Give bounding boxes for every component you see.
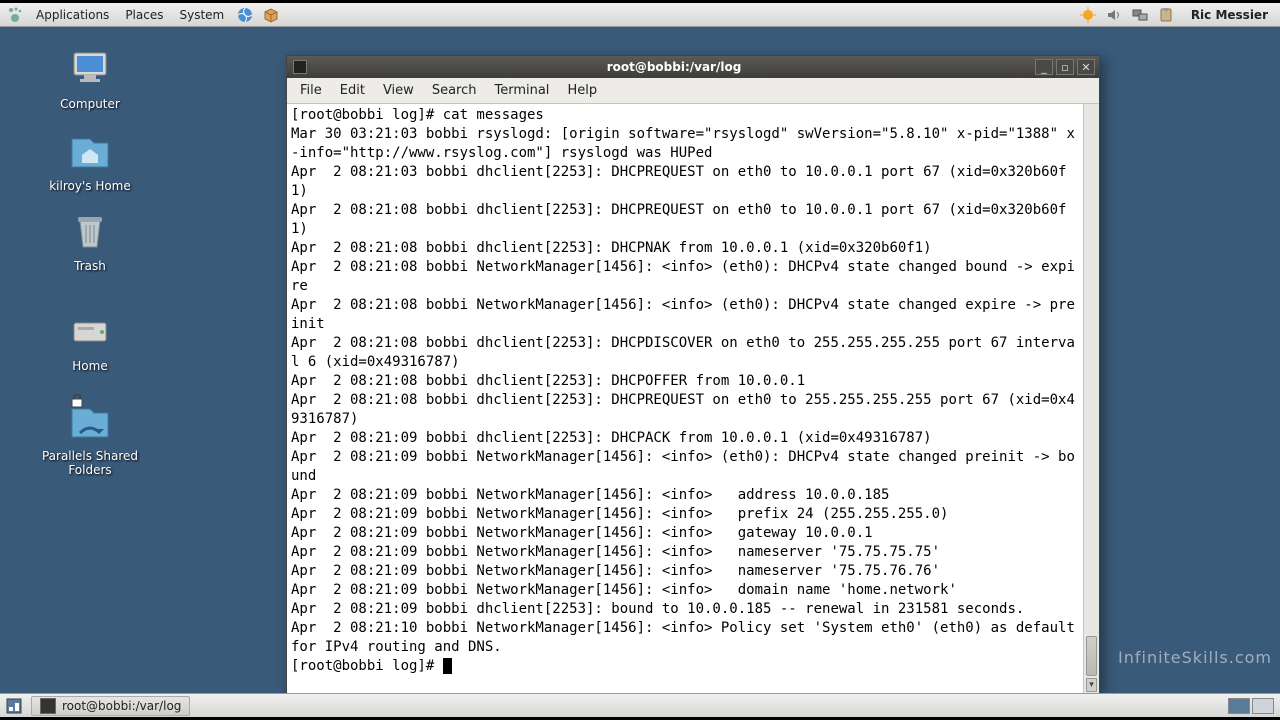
workspace-2[interactable] (1252, 698, 1274, 714)
terminal-menubar: File Edit View Search Terminal Help (287, 78, 1099, 104)
terminal-scrollbar[interactable]: ▾ (1083, 104, 1099, 694)
desktop[interactable]: Computer kilroy's Home Trash Home Parall… (0, 27, 1280, 693)
scrollbar-down-arrow[interactable]: ▾ (1086, 678, 1097, 692)
menu-system[interactable]: System (171, 3, 232, 26)
desktop-icon-label: Computer (60, 97, 120, 111)
desktop-icon-label: Parallels Shared Folders (42, 449, 138, 477)
terminal-output[interactable]: [root@bobbi log]# cat messages Mar 30 03… (287, 104, 1083, 694)
drive-icon (66, 307, 114, 355)
desktop-icon-label: Trash (74, 259, 106, 273)
window-titlebar[interactable]: root@bobbi:/var/log _ ▫ ✕ (287, 56, 1099, 78)
menu-edit[interactable]: Edit (331, 80, 374, 101)
clipboard-icon[interactable] (1156, 5, 1176, 25)
lock-badge-icon (68, 391, 86, 409)
package-launcher-icon[interactable] (261, 5, 281, 25)
home-folder-icon (66, 127, 114, 175)
bottom-panel: root@bobbi:/var/log (0, 693, 1280, 717)
menu-help[interactable]: Help (558, 80, 606, 101)
window-title: root@bobbi:/var/log (313, 60, 1035, 74)
user-menu[interactable]: Ric Messier (1179, 8, 1280, 22)
browser-launcher-icon[interactable] (235, 5, 255, 25)
workspace-1[interactable] (1228, 698, 1250, 714)
menu-file[interactable]: File (291, 80, 331, 101)
trash-icon (66, 207, 114, 255)
terminal-title-icon (293, 60, 307, 74)
volume-icon[interactable] (1104, 5, 1124, 25)
menu-places[interactable]: Places (117, 3, 171, 26)
watermark: InfiniteSkills.com (1118, 648, 1272, 667)
menu-applications[interactable]: Applications (28, 3, 117, 26)
window-minimize-button[interactable]: _ (1035, 59, 1053, 75)
desktop-icon-parallels[interactable]: Parallels Shared Folders (30, 397, 150, 477)
menu-terminal[interactable]: Terminal (485, 80, 558, 101)
desktop-icon-home[interactable]: Home (30, 307, 150, 373)
desktop-icon-computer[interactable]: Computer (30, 45, 150, 111)
desktop-icon-trash[interactable]: Trash (30, 207, 150, 273)
shared-folder-icon (66, 397, 114, 445)
gnome-foot-icon (6, 6, 24, 24)
desktop-icon-home-kilroy[interactable]: kilroy's Home (30, 127, 150, 193)
menu-search[interactable]: Search (423, 80, 486, 101)
network-icon[interactable] (1130, 5, 1150, 25)
desktop-icon-label: kilroy's Home (49, 179, 131, 193)
menu-view[interactable]: View (374, 80, 423, 101)
window-maximize-button[interactable]: ▫ (1056, 59, 1074, 75)
taskbar-item-label: root@bobbi:/var/log (62, 699, 181, 713)
top-panel: Applications Places System Ric Messier (0, 3, 1280, 27)
desktop-icon-label: Home (72, 359, 107, 373)
computer-icon (66, 45, 114, 93)
terminal-window: root@bobbi:/var/log _ ▫ ✕ File Edit View… (286, 55, 1100, 695)
terminal-task-icon (40, 698, 56, 714)
taskbar-item-terminal[interactable]: root@bobbi:/var/log (31, 696, 190, 716)
show-desktop-button[interactable] (4, 696, 24, 716)
scrollbar-thumb[interactable] (1086, 636, 1097, 676)
window-close-button[interactable]: ✕ (1077, 59, 1095, 75)
weather-icon[interactable] (1078, 5, 1098, 25)
workspace-switcher[interactable] (1226, 698, 1274, 714)
